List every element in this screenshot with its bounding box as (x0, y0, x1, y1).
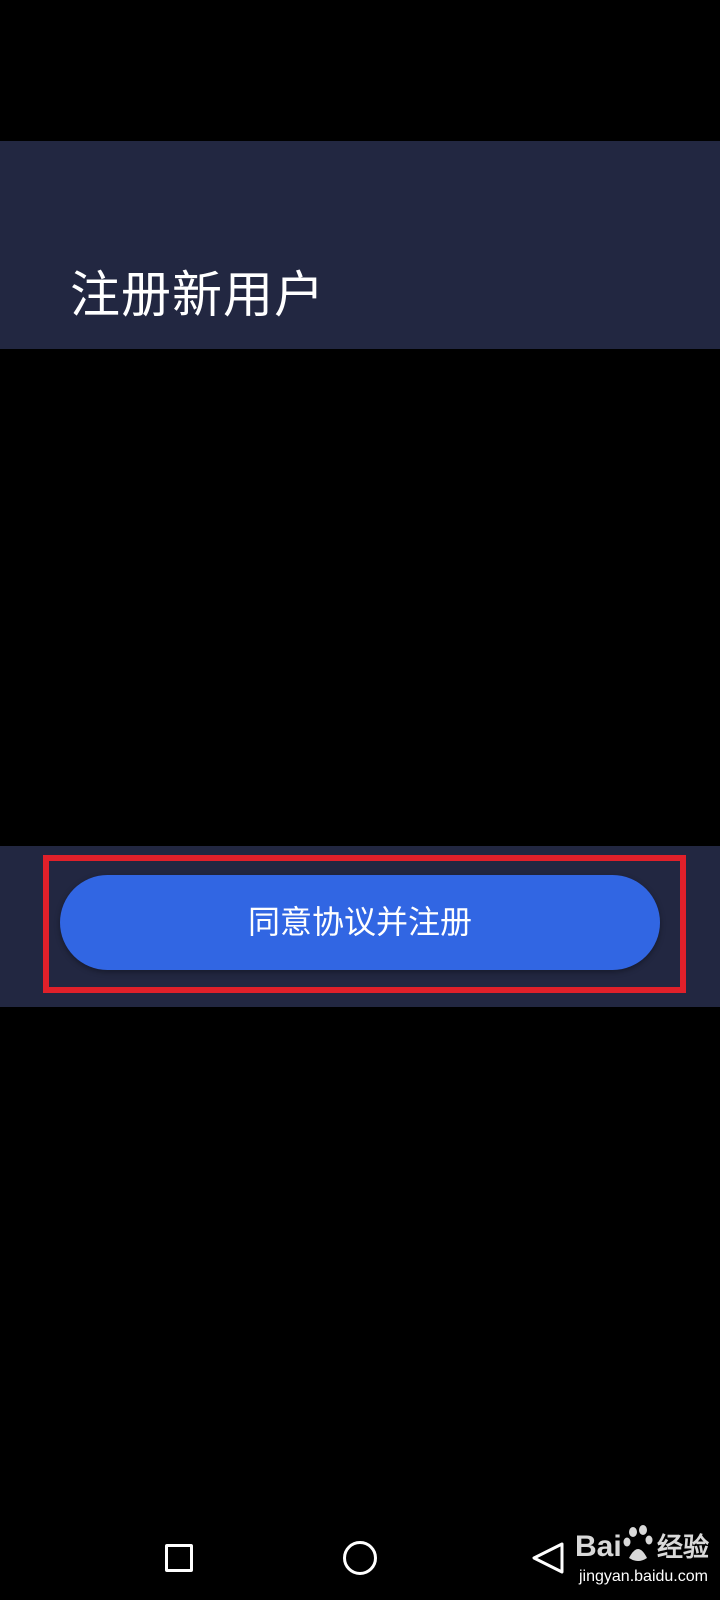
recent-apps-square-icon[interactable] (165, 1544, 193, 1572)
baidu-jingyan-watermark: Bai 经验 jingyan.baidu.com (575, 1520, 715, 1590)
page-title: 注册新用户 (70, 266, 325, 324)
svg-text:Bai: Bai (575, 1530, 622, 1563)
baidu-jingyan-logo-icon: Bai 经验 (575, 1525, 709, 1563)
watermark-url: jingyan.baidu.com (579, 1568, 708, 1585)
home-circle-icon[interactable] (343, 1541, 377, 1575)
svg-text:经验: 经验 (657, 1532, 709, 1563)
back-triangle-icon[interactable] (530, 1540, 566, 1576)
agree-and-register-button[interactable]: 同意协议并注册 (60, 875, 660, 970)
